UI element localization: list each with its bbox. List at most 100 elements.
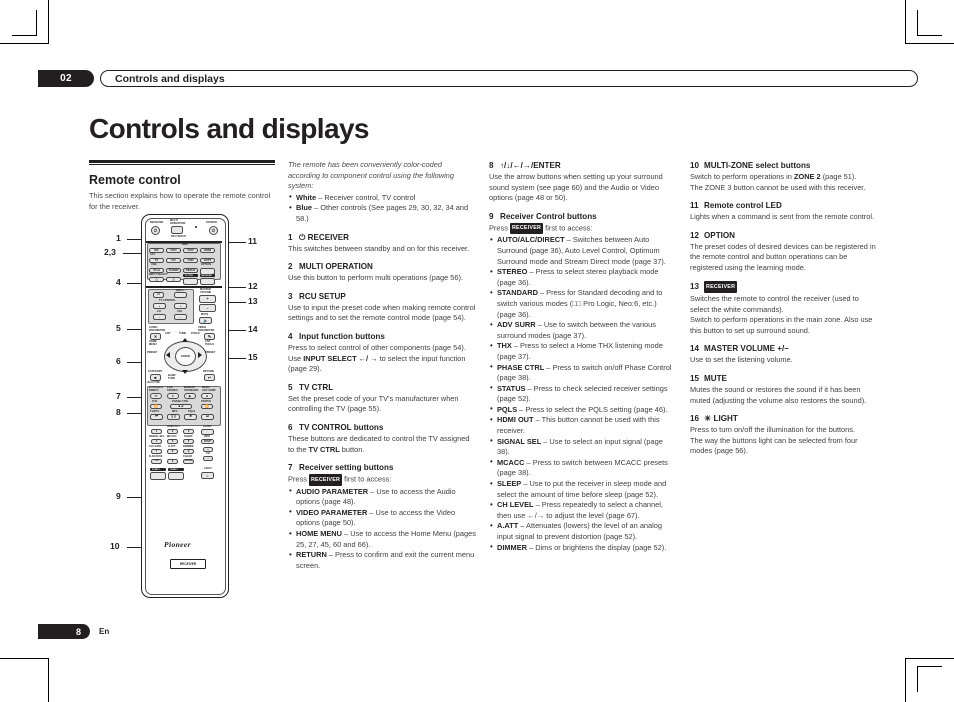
disp-button[interactable]: DISP bbox=[201, 439, 214, 444]
input-dvd-button[interactable]: DVD bbox=[166, 247, 181, 253]
master-volume-down-button[interactable]: – bbox=[199, 304, 216, 312]
home-menu-button[interactable]: ■ bbox=[150, 374, 161, 381]
list-item: SLEEP – Use to put the receiver in sleep… bbox=[489, 479, 677, 500]
receiver-mode-button[interactable] bbox=[200, 277, 215, 285]
item-heading-1: 1 ⏻ RECEIVER bbox=[288, 232, 350, 242]
power-source-button[interactable]: ⏻ bbox=[209, 226, 218, 235]
item-heading-14: 14 MASTER VOLUME +/– bbox=[690, 344, 789, 354]
receiver-brand-badge: RECEIVER bbox=[170, 559, 206, 570]
key-9-button[interactable]: 9 bbox=[183, 449, 194, 454]
list-item: MCACC – Press to switch between MCACC pr… bbox=[489, 457, 677, 479]
key-6-button[interactable]: 6 bbox=[183, 439, 194, 444]
crop-mark-tl-v bbox=[48, 0, 49, 44]
auto-alc-direct-button[interactable]: ⏮ bbox=[150, 393, 162, 399]
callout-4: 4 bbox=[116, 277, 121, 287]
input-bd-button[interactable]: BD bbox=[149, 247, 164, 253]
list-item: HOME MENU – Use to access the Home Menu … bbox=[288, 529, 476, 550]
key-3-button[interactable]: 3 bbox=[183, 429, 194, 434]
label-standard-memory: MEMORY STANDARD bbox=[184, 386, 199, 392]
multi-operation-button[interactable] bbox=[171, 226, 183, 234]
input-select-right-button[interactable]: △ bbox=[166, 277, 181, 282]
video-parameter-button[interactable]: ✎ bbox=[204, 333, 215, 340]
item-body-12: The preset codes of desired devices can … bbox=[690, 241, 876, 272]
crop-mark-tr2-v bbox=[917, 10, 918, 36]
list-item: DIMMER – Dims or brightens the display (… bbox=[489, 542, 677, 554]
enter-button[interactable]: ENTER bbox=[175, 347, 196, 366]
label-source: SOURCE bbox=[206, 221, 218, 224]
power-receiver-button[interactable]: ⏻ bbox=[151, 226, 160, 235]
mute-button[interactable]: 🔈 bbox=[199, 317, 212, 324]
label-audio-parameter: AUDIO PARAMETER bbox=[149, 326, 166, 332]
audio-parameter-button[interactable]: ✕ bbox=[150, 333, 161, 340]
input-ipod-button[interactable]: iPod bbox=[149, 267, 164, 273]
input-cdr-button[interactable]: CDR bbox=[183, 257, 198, 263]
label-receiver-btn: RECEIVER bbox=[201, 274, 212, 277]
tv-input-button[interactable] bbox=[174, 292, 187, 298]
key-2-button[interactable]: 2 bbox=[167, 429, 178, 434]
label-stereo-fm: FGB STEREO bbox=[167, 386, 178, 392]
pqls-stop-button[interactable]: ■ bbox=[184, 414, 197, 420]
column-1: Remote control This section explains how… bbox=[89, 160, 275, 212]
ch-down-button[interactable]: – bbox=[203, 456, 213, 461]
standard-button[interactable]: ▶ bbox=[184, 393, 196, 399]
list-item: CH LEVEL – Press repeatedly to select a … bbox=[489, 500, 677, 521]
tv-ch-down-button[interactable]: – bbox=[153, 314, 166, 320]
input-cd-button[interactable]: CD bbox=[166, 257, 181, 263]
tv-ctrl-button[interactable] bbox=[183, 277, 198, 285]
chapter-badge: 02 bbox=[38, 70, 94, 87]
zone2-select-button[interactable] bbox=[150, 472, 166, 480]
section-heading-remote-control: Remote control bbox=[89, 173, 181, 187]
master-volume-up-button[interactable]: + bbox=[199, 295, 216, 303]
item-heading-7: 7 Receiver setting buttons bbox=[288, 463, 394, 473]
mpx-pause-button[interactable]: ❙❙ bbox=[167, 414, 180, 420]
tv-vol-down-button[interactable]: – bbox=[174, 314, 187, 320]
key-4-button[interactable]: 4 bbox=[151, 439, 162, 444]
adv-surr-button[interactable]: ⏯ bbox=[201, 393, 213, 399]
item-heading-8: 8 ↑/↓/←/→/ENTER bbox=[489, 161, 561, 170]
callout-9: 9 bbox=[116, 491, 121, 501]
key-5-button[interactable]: 5 bbox=[167, 439, 178, 444]
label-zone2: ZONE 2 bbox=[152, 468, 160, 471]
d-access-button[interactable]: +10 bbox=[151, 459, 162, 464]
bullet-term: Blue bbox=[296, 203, 313, 213]
key-8-button[interactable]: 8 bbox=[167, 449, 178, 454]
list-item: VIDEO PARAMETER – Use to access the Vide… bbox=[288, 507, 476, 529]
key-7-button[interactable]: 7 bbox=[151, 449, 162, 454]
item-body-7: Press RECEIVER first to access: bbox=[288, 474, 476, 486]
tv-ch-up-button[interactable]: + bbox=[153, 303, 166, 309]
input-tv-button[interactable]: TV bbox=[149, 257, 164, 263]
input-select-left-button[interactable]: △ bbox=[149, 277, 164, 282]
list-item: A.ATT – Attenuates (lowers) the level of… bbox=[489, 521, 677, 542]
item-heading-3: 3 RCU SETUP bbox=[288, 291, 346, 301]
label-tools: TOOLS bbox=[191, 332, 200, 335]
list-item: PQLS – Press to select the PQLS setting … bbox=[489, 404, 677, 416]
input-tuner-button[interactable]: TUNER bbox=[166, 267, 181, 273]
list-item: ADV SURR – Use to switch between the var… bbox=[489, 320, 677, 341]
tv-vol-up-button[interactable]: + bbox=[174, 303, 187, 309]
status-button[interactable]: ⏩ bbox=[201, 404, 213, 409]
clear-button[interactable]: ENTER bbox=[183, 459, 194, 464]
input-hdmi-button[interactable]: HDMI bbox=[200, 247, 215, 253]
item-body-10: Switch to perform operations in ZONE 2 (… bbox=[690, 172, 857, 181]
label-multi-operation: MULTI OPERATION bbox=[170, 219, 186, 225]
zone3-select-button[interactable] bbox=[168, 472, 184, 480]
input-dvr-button[interactable]: DVR bbox=[183, 247, 198, 253]
next-button[interactable]: ⏭ bbox=[201, 414, 214, 420]
phase-ctrl-button[interactable]: ■ ⏯ bbox=[170, 404, 192, 409]
return-button[interactable]: ↩ bbox=[204, 374, 215, 381]
tv-power-button[interactable]: ⏻ bbox=[153, 292, 164, 298]
bullet-text: – Receiver control, TV control bbox=[316, 192, 416, 202]
thx-button[interactable]: ⏪ bbox=[150, 404, 162, 409]
input-adpt-button[interactable]: ADPT bbox=[200, 257, 215, 263]
led-indicator bbox=[195, 226, 197, 228]
key-1-button[interactable]: 1 bbox=[151, 429, 162, 434]
light-button[interactable]: ☼ bbox=[201, 472, 214, 479]
input-sirius-button[interactable]: SIRIUS bbox=[183, 267, 198, 273]
item-heading-12: 12 OPTION bbox=[690, 230, 736, 240]
footer-language: En bbox=[99, 627, 110, 636]
label-receiver: RECEIVER bbox=[150, 221, 164, 224]
column-3: 8 ↑/↓/←/→/ENTER Use the arrow buttons whe… bbox=[489, 160, 677, 553]
tv-dtv-button[interactable]: ⏮ bbox=[150, 414, 163, 420]
stereo-button[interactable]: ⏵ bbox=[167, 393, 179, 399]
key-0-button[interactable]: 0 bbox=[167, 459, 178, 464]
